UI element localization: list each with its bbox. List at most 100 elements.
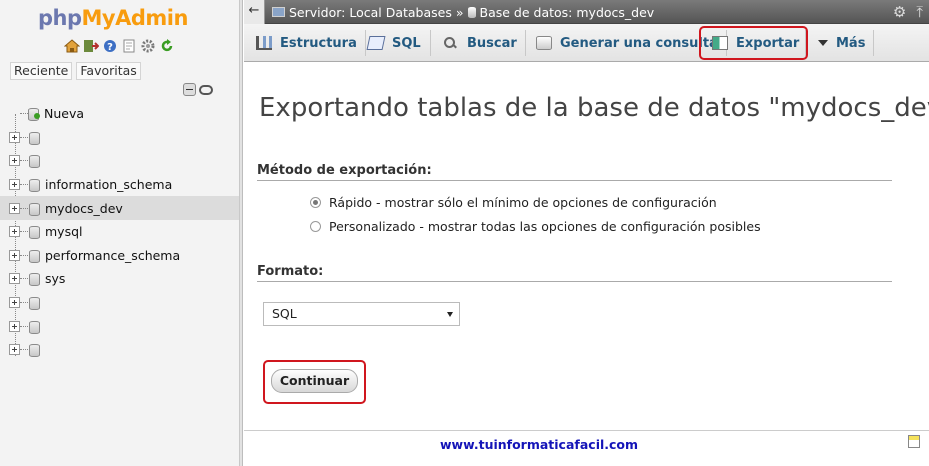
tab-export[interactable]: Exportar — [712, 30, 807, 56]
svg-text:?: ? — [107, 42, 113, 53]
radio-quick[interactable] — [310, 197, 321, 208]
collapse-top-icon[interactable]: ⤒ — [916, 3, 923, 21]
format-heading: Formato: — [257, 264, 892, 282]
tab-label: Generar una consulta — [560, 35, 718, 51]
navigation-sidebar: phpMyAdmin ? Reciente Favoritas Nueva in… — [0, 0, 240, 466]
link-with-main-icon[interactable] — [199, 85, 213, 95]
footer-watermark: www.tuinformaticafacil.com — [440, 437, 639, 452]
exit-icon[interactable] — [83, 39, 99, 53]
database-icon — [29, 225, 40, 240]
radio-quick-label: Rápido - mostrar sólo el mínimo de opcio… — [329, 195, 717, 210]
export-icon — [712, 36, 728, 50]
radio-custom-label: Personalizado - mostrar todas las opcion… — [329, 219, 761, 234]
tree-item-performance-schema[interactable]: performance_schema — [0, 244, 239, 268]
tree-item-sys[interactable]: sys — [0, 267, 239, 291]
sidebar-resize-handle[interactable] — [240, 0, 243, 466]
breadcrumb-server[interactable]: Servidor: Local Databases — [272, 5, 452, 20]
expand-icon[interactable] — [9, 155, 20, 167]
expand-icon[interactable] — [9, 273, 20, 285]
chevron-down-icon — [447, 312, 453, 317]
tab-recent[interactable]: Reciente — [10, 62, 73, 80]
sql-icon — [366, 36, 386, 50]
expand-icon[interactable] — [9, 179, 20, 191]
expand-icon[interactable] — [9, 344, 20, 356]
database-icon — [29, 320, 40, 334]
reload-icon[interactable] — [159, 39, 175, 53]
tree-item-db[interactable] — [0, 126, 239, 150]
tab-label: Estructura — [280, 35, 357, 51]
breadcrumb-server-label: Servidor: Local Databases — [289, 4, 452, 20]
database-icon — [29, 296, 40, 311]
query-icon — [536, 36, 552, 50]
tab-more[interactable]: Más — [818, 30, 875, 56]
database-icon — [29, 343, 40, 358]
breadcrumb: Servidor: Local Databases » Base de dato… — [272, 0, 654, 24]
chevron-down-icon — [818, 40, 828, 46]
tree-item-label[interactable]: sys — [45, 271, 65, 286]
sidebar-tabs: Reciente Favoritas — [10, 62, 141, 80]
tab-sql[interactable]: SQL — [366, 30, 431, 56]
tree-item-mydocs-dev[interactable]: mydocs_dev — [0, 196, 239, 220]
expand-icon[interactable] — [9, 202, 20, 214]
tree-item-db[interactable] — [0, 338, 239, 362]
tree-item-label[interactable]: information_schema — [45, 177, 172, 192]
database-icon — [29, 131, 40, 145]
database-icon — [29, 272, 40, 287]
tree-item-label[interactable]: mysql — [45, 224, 83, 239]
breadcrumb-database-label: Base de datos: mydocs_dev — [479, 4, 655, 20]
collapse-all-icon[interactable] — [183, 83, 196, 96]
main-content: Exportando tablas de la base de datos "m… — [244, 63, 929, 466]
search-icon — [443, 36, 459, 50]
tree-controls — [183, 83, 213, 96]
tree-item-db[interactable] — [0, 291, 239, 315]
radio-custom[interactable] — [310, 221, 321, 232]
tree-item-label[interactable]: mydocs_dev — [45, 201, 123, 216]
phpmyadmin-logo[interactable]: phpMyAdmin — [38, 6, 188, 30]
gear-icon[interactable]: ⚙ — [893, 3, 906, 21]
collapse-sidebar-icon[interactable]: ← — [244, 0, 265, 24]
tab-search[interactable]: Buscar — [443, 30, 526, 56]
export-method-custom[interactable]: Personalizado - mostrar todas las opcion… — [310, 219, 761, 234]
breadcrumb-database[interactable]: Base de datos: mydocs_dev — [467, 4, 655, 20]
tree-item-label[interactable]: Nueva — [44, 106, 84, 121]
tree-item-mysql[interactable]: mysql — [0, 220, 239, 244]
console-icon[interactable] — [908, 435, 920, 448]
tree-item-db[interactable] — [0, 314, 239, 338]
format-select-value: SQL — [272, 306, 297, 321]
database-tabs: Estructura SQL Buscar Generar una consul… — [244, 24, 929, 62]
tree-item-new[interactable]: Nueva — [0, 102, 239, 126]
breadcrumb-separator: » — [455, 4, 464, 20]
structure-icon — [256, 36, 272, 50]
expand-icon[interactable] — [9, 131, 20, 143]
page-title: Exportando tablas de la base de datos "m… — [259, 93, 929, 123]
tab-label: Buscar — [467, 35, 517, 51]
tab-structure[interactable]: Estructura — [256, 30, 366, 56]
settings-icon[interactable] — [140, 39, 156, 53]
tree-item-information-schema[interactable]: information_schema — [0, 173, 239, 197]
database-tree: Nueva information_schema mydocs_dev mysq… — [0, 102, 239, 362]
breadcrumb-bar: ← Servidor: Local Databases » Base de da… — [244, 0, 929, 24]
export-method-quick[interactable]: Rápido - mostrar sólo el mínimo de opcio… — [310, 195, 717, 210]
tab-favorites[interactable]: Favoritas — [76, 62, 141, 80]
expand-icon[interactable] — [9, 249, 20, 261]
tree-item-label[interactable]: performance_schema — [45, 248, 180, 263]
tree-item-db[interactable] — [0, 149, 239, 173]
server-icon — [272, 7, 285, 17]
home-icon[interactable] — [64, 39, 80, 53]
tab-label: Exportar — [736, 35, 800, 51]
topbar-actions: ⚙ ⤒ — [893, 3, 923, 21]
database-icon — [29, 178, 40, 193]
continue-button[interactable]: Continuar — [271, 369, 358, 393]
new-database-icon — [28, 107, 41, 121]
tab-label: SQL — [392, 35, 421, 51]
docs-icon[interactable] — [121, 39, 137, 53]
tab-query-builder[interactable]: Generar una consulta — [536, 30, 727, 56]
sidebar-quick-icons: ? — [64, 39, 175, 53]
expand-icon[interactable] — [9, 226, 20, 238]
expand-icon[interactable] — [9, 320, 20, 332]
tab-label: Más — [836, 35, 866, 51]
database-icon — [29, 202, 40, 216]
format-select[interactable]: SQL — [263, 302, 460, 326]
expand-icon[interactable] — [9, 297, 20, 309]
help-icon[interactable]: ? — [102, 39, 118, 53]
